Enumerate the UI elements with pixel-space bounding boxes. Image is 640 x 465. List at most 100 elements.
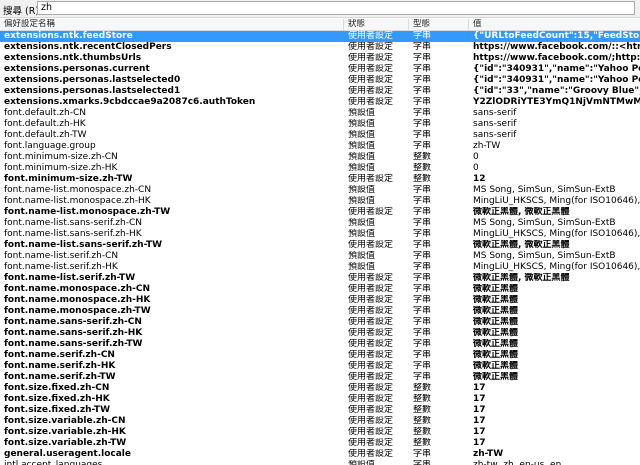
table-row[interactable]: font.size.variable.zh-HK 使用者設定 整數 17 [0,427,640,438]
table-row[interactable]: extensions.ntk.feedStore 使用者設定 字串 {"URLtoFe… [0,31,640,42]
table-row[interactable]: font.default.zh-CN 預設值 字串 sans-serif [0,108,640,119]
pref-type: 字串 [413,460,432,465]
pref-value: 17 [473,394,486,404]
pref-type: 字串 [413,119,432,129]
pref-name: font.default.zh-TW [4,130,87,140]
pref-status: 使用者設定 [348,75,394,85]
pref-name: font.name.monospace.zh-CN [4,284,151,294]
table-row[interactable]: extensions.personas.lastselected1 使用者設定 字串… [0,86,640,97]
table-row[interactable]: font.name.sans-serif.zh-CN 使用者設定 字串 微軟正黑體 [0,317,640,328]
pref-name: extensions.personas.current [4,64,150,74]
column-header-status[interactable]: 狀態 [344,19,409,30]
pref-status: 預設值 [348,460,376,465]
pref-value: {"id":"33","name":"Groovy Blue","accentc… [473,86,640,96]
table-row[interactable]: font.default.zh-TW 預設值 字串 sans-serif [0,130,640,141]
table-row[interactable]: font.size.fixed.zh-HK 使用者設定 整數 17 [0,394,640,405]
table-row[interactable]: font.name.sans-serif.zh-HK 使用者設定 字串 微軟正黑體 [0,328,640,339]
table-row[interactable]: font.name-list.monospace.zh-CN 預設值 字串 MS So… [0,185,640,196]
pref-type: 字串 [413,218,432,228]
pref-status: 預設值 [348,218,376,228]
pref-status: 使用者設定 [348,438,394,448]
pref-status: 預設值 [348,229,376,239]
pref-status: 使用者設定 [348,284,394,294]
pref-status: 使用者設定 [348,416,394,426]
table-row[interactable]: font.name-list.serif.zh-CN 預設值 字串 MS Song, … [0,251,640,262]
pref-status: 使用者設定 [348,383,394,393]
table-row[interactable]: font.minimum-size.zh-HK 預設值 整數 0 [0,163,640,174]
table-row[interactable]: font.name-list.monospace.zh-TW 使用者設定 字串 微軟正… [0,207,640,218]
pref-status: 使用者設定 [348,339,394,349]
table-row[interactable]: font.name.serif.zh-TW 使用者設定 字串 微軟正黑體 [0,372,640,383]
pref-status: 預設值 [348,196,376,206]
table-row[interactable]: extensions.ntk.thumbsUrls 使用者設定 字串 https://… [0,53,640,64]
table-row[interactable]: font.minimum-size.zh-TW 使用者設定 整數 12 [0,174,640,185]
pref-value: MingLiU_HKSCS, Ming(for ISO10646), MingL [473,262,640,272]
table-body: extensions.ntk.feedStore 使用者設定 字串 {"URLtoFe… [0,31,640,465]
table-row[interactable]: font.name.serif.zh-CN 使用者設定 字串 微軟正黑體 [0,350,640,361]
search-bar: 搜尋 (R): zh [0,0,640,18]
table-row[interactable]: font.name.monospace.zh-HK 使用者設定 字串 微軟正黑體 [0,295,640,306]
pref-name: font.size.fixed.zh-TW [4,405,110,415]
pref-name: font.default.zh-HK [4,119,86,129]
pref-status: 預設值 [348,262,376,272]
pref-value: 微軟正黑體 [473,328,519,338]
table-row[interactable]: font.language.group 預設值 字串 zh-TW [0,141,640,152]
pref-name: extensions.ntk.feedStore [4,31,133,41]
pref-name: font.language.group [4,141,96,151]
pref-type: 字串 [413,229,432,239]
table-row[interactable]: intl.accept_languages 預設值 字串 zh-tw, zh, en-… [0,460,640,465]
search-input[interactable]: zh [37,1,635,15]
pref-type: 整數 [413,427,432,437]
table-row[interactable]: extensions.ntk.recentClosedPers 使用者設定 字串 ht… [0,42,640,53]
column-header-value[interactable]: 值 [469,19,640,30]
table-row[interactable]: font.name-list.serif.zh-HK 預設值 字串 MingLiU_H… [0,262,640,273]
pref-value: 微軟正黑體 [473,317,519,327]
pref-type: 字串 [413,339,432,349]
pref-status: 使用者設定 [348,361,394,371]
table-row[interactable]: font.name.monospace.zh-CN 使用者設定 字串 微軟正黑體 [0,284,640,295]
table-row[interactable]: extensions.xmarks.9cbdccae9a2087c6.authT… [0,97,640,108]
pref-name: font.size.fixed.zh-HK [4,394,110,404]
table-row[interactable]: font.minimum-size.zh-CN 預設值 整數 0 [0,152,640,163]
table-row[interactable]: extensions.personas.current 使用者設定 字串 {"id":… [0,64,640,75]
table-row[interactable]: font.name-list.monospace.zh-HK 預設值 字串 MingL… [0,196,640,207]
pref-status: 預設值 [348,251,376,261]
pref-name: extensions.ntk.thumbsUrls [4,53,142,63]
pref-status: 使用者設定 [348,427,394,437]
pref-status: 使用者設定 [348,97,394,107]
pref-value: zh-tw, zh, en-us, en [473,460,562,465]
pref-type: 字串 [413,207,432,217]
pref-type: 字串 [413,273,432,283]
table-row[interactable]: general.useragent.locale 使用者設定 字串 zh-TW [0,449,640,460]
pref-value: sans-serif [473,119,517,129]
pref-status: 預設值 [348,152,376,162]
column-header-type[interactable]: 型態 [409,19,469,30]
pref-name: font.minimum-size.zh-HK [4,163,118,173]
table-row[interactable]: font.name.monospace.zh-TW 使用者設定 字串 微軟正黑體 [0,306,640,317]
pref-name: font.size.variable.zh-TW [4,438,127,448]
table-row[interactable]: font.name.sans-serif.zh-TW 使用者設定 字串 微軟正黑體 [0,339,640,350]
pref-type: 字串 [413,350,432,360]
table-row[interactable]: font.size.fixed.zh-CN 使用者設定 整數 17 [0,383,640,394]
pref-type: 字串 [413,449,432,459]
pref-status: 預設值 [348,141,376,151]
pref-name: font.name.serif.zh-HK [4,361,116,371]
table-row[interactable]: font.size.fixed.zh-TW 使用者設定 整數 17 [0,405,640,416]
table-row[interactable]: extensions.personas.lastselected0 使用者設定 字串… [0,75,640,86]
pref-status: 使用者設定 [348,207,394,217]
table-row[interactable]: font.name-list.sans-serif.zh-CN 預設值 字串 MS S… [0,218,640,229]
pref-value: MS Song, SimSun, SimSun-ExtB [473,218,616,228]
table-row[interactable]: font.size.variable.zh-TW 使用者設定 整數 17 [0,438,640,449]
table-row[interactable]: font.name.serif.zh-HK 使用者設定 字串 微軟正黑體 [0,361,640,372]
pref-value: {"id":"340931","name":"Yahoo Persona","c… [473,75,640,85]
table-row[interactable]: font.name-list.sans-serif.zh-HK 預設值 字串 Ming… [0,229,640,240]
table-row[interactable]: font.name-list.sans-serif.zh-TW 使用者設定 字串 微軟… [0,240,640,251]
pref-value: 微軟正黑體, 微軟正黑體 [473,240,570,250]
column-header-name[interactable]: 偏好設定名稱 [0,19,344,30]
pref-name: font.name.sans-serif.zh-CN [4,317,142,327]
table-row[interactable]: font.size.variable.zh-CN 使用者設定 整數 17 [0,416,640,427]
pref-type: 字串 [413,141,432,151]
pref-status: 使用者設定 [348,328,394,338]
table-row[interactable]: font.name-list.serif.zh-TW 使用者設定 字串 微軟正黑體, … [0,273,640,284]
table-row[interactable]: font.default.zh-HK 預設值 字串 sans-serif [0,119,640,130]
